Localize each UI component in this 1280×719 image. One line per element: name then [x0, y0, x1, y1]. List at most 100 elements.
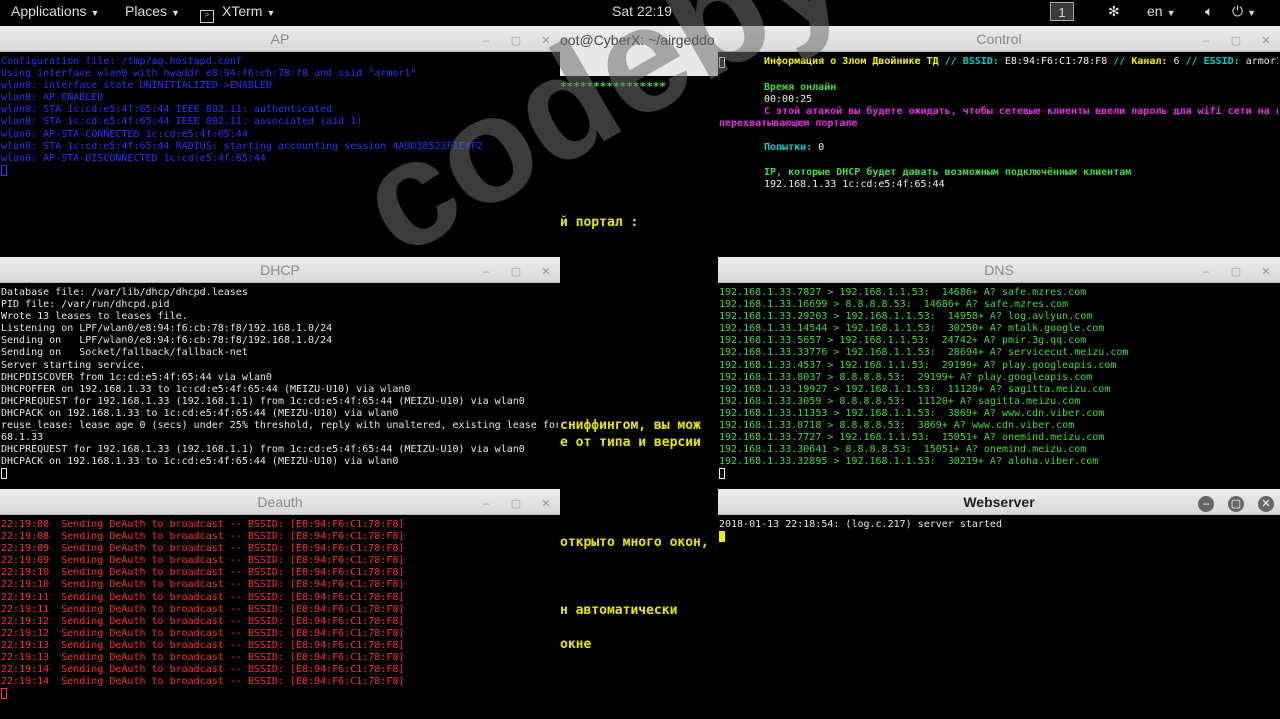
- places-menu[interactable]: Places ▼: [125, 3, 180, 19]
- terminal-icon: >: [200, 10, 214, 23]
- log-line: 192.168.1.33.5657 > 192.168.1.1.53: 2474…: [719, 335, 1087, 347]
- dhcp-window[interactable]: DHCP – ▢ ✕ Database file: /var/lib/dhcp/dh…: [0, 257, 560, 486]
- maximize-icon[interactable]: ▢: [1228, 264, 1244, 280]
- close-icon[interactable]: ✕: [538, 496, 554, 512]
- attempts-value: 0: [818, 142, 825, 153]
- channel-label: Канал:: [1131, 56, 1168, 67]
- chevron-down-icon: ▼: [1166, 8, 1176, 18]
- terminal-cursor: [719, 57, 725, 68]
- log-line: wlan0: STA 1c:cd:e5:4f:65:44 IEEE 802.11…: [1, 104, 333, 116]
- log-line: 192.168.1.33.16699 > 8.8.8.8.53: 14686+ …: [719, 299, 1069, 311]
- xterm-menu[interactable]: > XTerm ▼: [200, 3, 275, 23]
- applications-menu[interactable]: Applications ▼: [11, 3, 99, 19]
- dhcp-titlebar[interactable]: DHCP – ▢ ✕: [0, 257, 560, 283]
- log-line: 22:19:08 Sending DeAuth to broadcast -- …: [1, 531, 405, 543]
- log-line: Sending on Socket/fallback/fallback-net: [1, 347, 248, 359]
- chevron-down-icon: ▼: [1247, 8, 1256, 18]
- deauth-window[interactable]: Deauth – ▢ ✕ 22:19:08 Sending DeAuth to br…: [0, 489, 560, 719]
- maximize-icon[interactable]: ▢: [508, 264, 524, 280]
- close-icon[interactable]: ✕: [1258, 264, 1274, 280]
- close-icon[interactable]: ✕: [1258, 33, 1274, 49]
- log-line: wlan0: AP-ENABLED: [1, 92, 104, 104]
- dns-output[interactable]: 192.168.1.33.7827 > 192.168.1.1.53: 1468…: [719, 287, 1278, 486]
- minimize-icon[interactable]: –: [1198, 33, 1214, 49]
- dhcp-output[interactable]: Database file: /var/lib/dhcp/dhcpd.lease…: [1, 287, 558, 486]
- log-line: 22:19:11 Sending DeAuth to broadcast -- …: [1, 603, 405, 615]
- stars-line: ****************: [560, 80, 666, 93]
- log-line: Server starting service.: [1, 359, 146, 371]
- terminal-cursor: [719, 531, 725, 543]
- volume-icon[interactable]: 🔈︎: [1205, 3, 1213, 20]
- log-line: DHCPREQUEST for 192.168.1.33 (192.168.1.…: [1, 395, 525, 407]
- deauth-output[interactable]: 22:19:08 Sending DeAuth to broadcast -- …: [1, 519, 558, 719]
- log-line: wlan0: AP-STA-DISCONNECTED 1c:cd:e5:4f:6…: [1, 152, 266, 164]
- clock[interactable]: Sat 22:19: [612, 3, 672, 19]
- maximize-icon[interactable]: ▢: [1228, 33, 1244, 49]
- log-line: DHCPACK on 192.168.1.33 to 1c:cd:e5:4f:6…: [1, 407, 399, 419]
- dns-window[interactable]: DNS – ▢ ✕ 192.168.1.33.7827 > 192.168.1.1.…: [718, 257, 1280, 486]
- log-line: wlan0: STA 1c:cd:e5:4f:65:44 IEEE 802.11…: [1, 116, 363, 128]
- terminal-cursor: [719, 468, 725, 480]
- log-line: 22:19:14 Sending DeAuth to broadcast -- …: [1, 676, 405, 688]
- background-terminal[interactable]: oot@CyberX: ~/airgeddo **************** …: [560, 26, 720, 716]
- log-line: Sending on LPF/wlan0/e8:94:f6:cb:78:f8/1…: [1, 335, 333, 347]
- close-icon[interactable]: ✕: [1258, 496, 1274, 512]
- log-line: 22:19:09 Sending DeAuth to broadcast -- …: [1, 555, 405, 567]
- log-line: PID file: /var/run/dhcpd.pid: [1, 299, 170, 311]
- maximize-icon[interactable]: ▢: [508, 496, 524, 512]
- top-panel: Applications ▼ Places ▼ > XTerm ▼ Sat 22:19 …: [0, 0, 1280, 24]
- minimize-icon[interactable]: –: [478, 264, 494, 280]
- control-titlebar[interactable]: Control – ▢ ✕: [718, 26, 1280, 52]
- maximize-icon[interactable]: ▢: [1228, 496, 1244, 512]
- xterm-label: XTerm: [222, 3, 263, 19]
- log-line: 192.168.1.33.7727 > 192.168.1.1.53: 1505…: [719, 432, 1105, 444]
- log-line: DHCPACK on 192.168.1.33 to 1c:cd:e5:4f:6…: [1, 456, 399, 468]
- close-icon[interactable]: ✕: [538, 264, 554, 280]
- power-menu[interactable]: ⏻ ▼: [1232, 3, 1256, 20]
- essid-label: ESSID:: [1203, 56, 1240, 67]
- log-line: 192.168.1.33.30641 > 8.8.8.8.53: 15051+ …: [719, 444, 1087, 456]
- terminal-line: е от типа и версии: [560, 435, 701, 450]
- log-line: 192.168.1.33.3059 > 8.8.8.8.53: 11120+ A…: [719, 395, 1081, 407]
- client-entry: 192.168.1.33 1c:cd:e5:4f:65:44: [764, 179, 945, 190]
- ap-titlebar[interactable]: AP – ▢ ✕: [0, 26, 560, 52]
- close-icon[interactable]: ✕: [538, 33, 554, 49]
- terminal-line: сниффингом, вы мож: [560, 418, 701, 433]
- chevron-down-icon: ▼: [171, 8, 180, 18]
- minimize-icon[interactable]: –: [478, 496, 494, 512]
- ap-output[interactable]: Configuration file: /tmp/ag.hostapd.conf…: [1, 56, 558, 254]
- maximize-icon[interactable]: ▢: [508, 33, 524, 49]
- network-icon[interactable]: ✻: [1108, 3, 1120, 20]
- log-line: DHCPOFFER on 192.168.1.33 to 1c:cd:e5:4f…: [1, 383, 411, 395]
- log-line: 22:19:10 Sending DeAuth to broadcast -- …: [1, 567, 405, 579]
- minimize-icon[interactable]: –: [1198, 264, 1214, 280]
- places-label: Places: [125, 3, 168, 19]
- workspace-indicator[interactable]: 1: [1050, 2, 1074, 21]
- language-switcher[interactable]: en ▼: [1147, 3, 1176, 19]
- webserver-titlebar[interactable]: Webserver – ▢ ✕: [718, 489, 1280, 515]
- log-line: 192.168.1.33.29203 > 192.168.1.1.53: 149…: [719, 311, 1093, 323]
- minimize-icon[interactable]: –: [478, 33, 494, 49]
- dns-titlebar[interactable]: DNS – ▢ ✕: [718, 257, 1280, 283]
- info-label: Информация о Злом Двойнике ТД: [764, 56, 939, 67]
- webserver-output[interactable]: 2018-01-13 22:18:54: (log.c.217) server …: [719, 519, 1278, 719]
- background-terminal-title: oot@CyberX: ~/airgeddo: [560, 32, 715, 48]
- control-output[interactable]: Информация о Злом Двойнике ТД // BSSID: …: [719, 56, 1278, 254]
- ap-window[interactable]: AP – ▢ ✕ Configuration file: /tmp/ag.hosta…: [0, 26, 560, 254]
- log-line: 22:19:11 Sending DeAuth to broadcast -- …: [1, 591, 405, 603]
- log-line: Wrote 13 leases to leases file.: [1, 311, 188, 323]
- minimize-icon[interactable]: –: [1198, 496, 1214, 512]
- log-line: 22:19:14 Sending DeAuth to broadcast -- …: [1, 664, 405, 676]
- webserver-window[interactable]: Webserver – ▢ ✕ 2018-01-13 22:18:54: (log.…: [718, 489, 1280, 719]
- chevron-down-icon: ▼: [266, 8, 276, 18]
- background-terminal-titlebar[interactable]: oot@CyberX: ~/airgeddo: [560, 26, 720, 76]
- control-window[interactable]: Control – ▢ ✕ Информация о Злом Двойнике Т…: [718, 26, 1280, 254]
- terminal-line: открыто много окон,: [560, 535, 709, 550]
- log-line: DHCPDISCOVER from 1c:cd:e5:4f:65:44 via …: [1, 371, 272, 383]
- log-line: 22:19:13 Sending DeAuth to broadcast -- …: [1, 639, 405, 651]
- log-line: 22:19:08 Sending DeAuth to broadcast -- …: [1, 519, 405, 530]
- log-line: reuse_lease: lease age 0 (secs) under 25…: [1, 420, 558, 432]
- log-line: Listening on LPF/wlan0/e8:94:f6:cb:78:f8…: [1, 323, 333, 335]
- deauth-titlebar[interactable]: Deauth – ▢ ✕: [0, 489, 560, 515]
- bssid-value: E8:94:F6:C1:78:F8: [1004, 56, 1108, 67]
